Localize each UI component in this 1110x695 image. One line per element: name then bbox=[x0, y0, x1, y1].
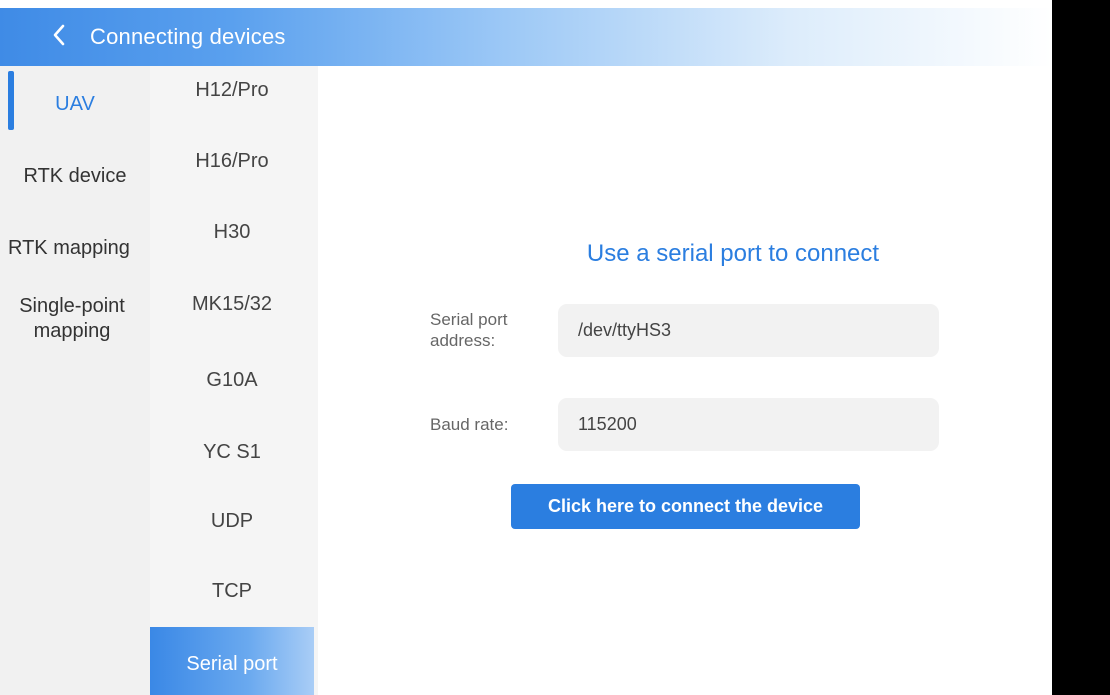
screen-edge-black-bar bbox=[1052, 0, 1110, 695]
category-item-rtk-mapping[interactable]: RTK mapping bbox=[0, 236, 150, 261]
model-item-serial-port[interactable]: Serial port bbox=[150, 652, 314, 676]
connect-device-button[interactable]: Click here to connect the device bbox=[511, 484, 860, 529]
model-item-h12-pro[interactable]: H12/Pro bbox=[150, 78, 314, 102]
model-item-h16-pro[interactable]: H16/Pro bbox=[150, 149, 314, 173]
serial-port-address-input[interactable] bbox=[558, 304, 939, 357]
model-item-h30[interactable]: H30 bbox=[150, 220, 314, 244]
category-item-uav[interactable]: UAV bbox=[0, 92, 150, 117]
serial-port-label: Serial port address: bbox=[430, 310, 508, 350]
connection-heading: Use a serial port to connect bbox=[586, 240, 880, 267]
model-item-tcp[interactable]: TCP bbox=[150, 579, 314, 603]
category-item-single-point-mapping[interactable]: Single-point mapping bbox=[0, 294, 150, 344]
model-item-mk15-32[interactable]: MK15/32 bbox=[150, 292, 314, 316]
model-sidebar: H12/Pro H16/Pro H30 MK15/32 G10A YC S1 U… bbox=[150, 66, 318, 695]
baud-rate-input[interactable] bbox=[558, 398, 939, 451]
app-screen: Connecting devices UAV RTK device RTK ma… bbox=[0, 0, 1052, 695]
chevron-left-icon bbox=[52, 24, 66, 51]
model-item-udp[interactable]: UDP bbox=[150, 509, 314, 533]
category-item-rtk-device[interactable]: RTK device bbox=[0, 164, 150, 189]
category-sidebar: UAV RTK device RTK mapping Single-point … bbox=[0, 66, 150, 695]
baud-rate-label: Baud rate: bbox=[430, 415, 509, 434]
model-item-yc-s1[interactable]: YC S1 bbox=[150, 440, 314, 464]
back-button[interactable] bbox=[26, 8, 66, 66]
page-title: Connecting devices bbox=[90, 24, 286, 49]
model-item-g10a[interactable]: G10A bbox=[150, 368, 314, 392]
header-bar: Connecting devices bbox=[0, 8, 1052, 66]
